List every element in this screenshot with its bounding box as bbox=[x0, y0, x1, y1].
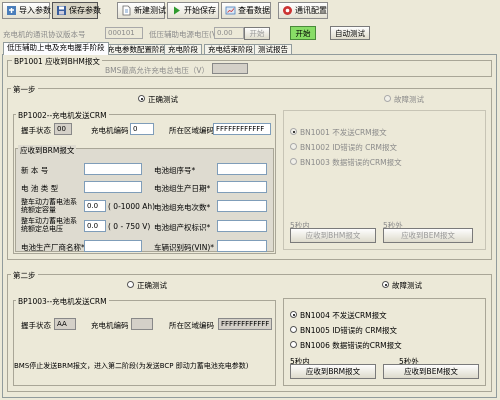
step1-correct-radio[interactable] bbox=[138, 95, 145, 102]
save-params-button[interactable]: 保存参数 bbox=[52, 2, 101, 19]
import-icon bbox=[7, 6, 16, 15]
step2-fault-opt3-radio[interactable] bbox=[290, 341, 297, 348]
step1-fault-opt3-radio[interactable] bbox=[290, 158, 297, 165]
step2-fault-opt1-label: BN1004 不发送CRM报文 bbox=[300, 311, 387, 320]
ownership-label: 电池组产权标识* bbox=[154, 223, 211, 232]
step2-handshake-label: 握手状态 bbox=[21, 321, 51, 330]
version-label: 新 本 号 bbox=[21, 166, 49, 175]
comm-config-label: 通讯配置 bbox=[295, 6, 327, 15]
manufacturer-label: 电池生产厂商名称* bbox=[21, 243, 85, 252]
aux-voltage-label: 低压辅助电源电压(V) bbox=[149, 30, 220, 39]
view-data-button[interactable]: 查看数据 bbox=[221, 2, 271, 19]
save-params-label: 保存参数 bbox=[69, 6, 101, 15]
step2-fault-opt3-label: BN1006 数据错误的CRM报文 bbox=[300, 341, 402, 350]
vin-label: 车辆识别码(VIN)* bbox=[154, 243, 215, 252]
step2-after-button[interactable]: 应收到BEM报文 bbox=[383, 364, 479, 379]
step2-correct-radio[interactable] bbox=[127, 281, 134, 288]
rated-capacity-field[interactable]: 0.0 bbox=[84, 200, 106, 212]
step2-fault-opt1-radio[interactable] bbox=[290, 311, 297, 318]
handshake-status-field[interactable]: 00 bbox=[54, 123, 72, 135]
charger-code-field[interactable]: 0 bbox=[130, 123, 154, 135]
step1-fault-radio[interactable] bbox=[384, 95, 391, 102]
new-test-button[interactable]: 新建测试 bbox=[117, 2, 166, 19]
step1-fault-opt1-radio[interactable] bbox=[290, 128, 297, 135]
config-icon bbox=[283, 6, 292, 15]
manufacturer-field[interactable] bbox=[84, 240, 142, 252]
auto-test-button[interactable]: 自动测试 bbox=[330, 26, 370, 40]
brm-title: 应收到BRM报文 bbox=[18, 145, 77, 156]
step1-fault-label: 故障测试 bbox=[394, 95, 424, 104]
play-icon bbox=[174, 6, 180, 15]
rated-voltage-label: 整车动力蓄电池系统额定总电压 bbox=[21, 217, 77, 233]
step1-fault-opt3-label: BN1003 数据错误的CRM报文 bbox=[300, 158, 402, 167]
version-field[interactable] bbox=[84, 163, 142, 175]
view-data-icon bbox=[225, 6, 236, 15]
battery-prod-date-field[interactable] bbox=[217, 181, 267, 193]
step2-fault-radio[interactable] bbox=[382, 281, 389, 288]
start-save-button[interactable]: 开始保存 bbox=[167, 2, 219, 19]
rated-voltage-field[interactable]: 0.0 bbox=[84, 220, 106, 232]
cycle-count-field[interactable] bbox=[217, 200, 267, 212]
protocol-version-field[interactable]: 000101 bbox=[105, 27, 143, 39]
step2-region-code-label: 所在区域编码 bbox=[169, 321, 214, 330]
disabled-start-button[interactable]: 开始 bbox=[244, 27, 270, 40]
comm-config-button[interactable]: 通讯配置 bbox=[278, 2, 328, 19]
ownership-field[interactable] bbox=[217, 220, 267, 232]
step2-charger-code-field[interactable] bbox=[131, 318, 153, 330]
bp1001-title: BP1001 应收到BHM报文 bbox=[12, 56, 102, 67]
handshake-status-label: 握手状态 bbox=[21, 126, 51, 135]
step1-correct-label: 正确测试 bbox=[148, 95, 178, 104]
protocol-version-label: 充电机的通讯协议版本号 bbox=[3, 30, 86, 39]
new-file-icon bbox=[122, 5, 131, 16]
rated-capacity-unit: ( 0-1000 Ah) bbox=[108, 202, 156, 211]
step2-fault-label: 故障测试 bbox=[392, 281, 422, 290]
step1-title: 第一步 bbox=[11, 84, 38, 95]
tab-handshake[interactable]: 低压辅助上电及充电握手阶段 bbox=[3, 42, 109, 55]
import-params-button[interactable]: 导入参数 bbox=[2, 2, 51, 19]
battery-type-field[interactable] bbox=[84, 181, 142, 193]
step1-fault-opt2-radio[interactable] bbox=[290, 143, 297, 150]
rated-capacity-label: 整车动力蓄电池系统额定容量 bbox=[21, 198, 77, 214]
step2-region-code-field[interactable]: FFFFFFFFFFFF bbox=[218, 318, 272, 330]
bp1002-title: BP1002--充电机发送CRM bbox=[16, 110, 109, 121]
cycle-count-label: 电池组充电次数* bbox=[154, 203, 211, 212]
step2-charger-code-label: 充电机编码 bbox=[91, 321, 129, 330]
start-save-label: 开始保存 bbox=[184, 6, 216, 15]
import-params-label: 导入参数 bbox=[19, 6, 51, 15]
region-code-field[interactable]: FFFFFFFFFFFF bbox=[213, 123, 271, 135]
step1-fault-opt1-label: BN1001 不发送CRM报文 bbox=[300, 128, 387, 137]
save-icon bbox=[57, 6, 66, 15]
charger-code-label: 充电机编码 bbox=[91, 126, 129, 135]
bp1003-group bbox=[13, 300, 276, 386]
step1-after-button[interactable]: 应收到BEM报文 bbox=[383, 228, 473, 243]
bp1003-title: BP1003--充电机发送CRM bbox=[16, 296, 109, 307]
bms-max-voltage-label: BMS最高允许充电总电压（V） bbox=[105, 66, 210, 75]
step2-title: 第二步 bbox=[11, 270, 38, 281]
step1-within-button[interactable]: 应收到BHM报文 bbox=[290, 228, 376, 243]
step2-fault-opt2-radio[interactable] bbox=[290, 326, 297, 333]
battery-group-no-field[interactable] bbox=[217, 163, 267, 175]
step2-note: BMS停止发送BRM报文，进入第二阶段(为发送BCP 即动力蓄电池充电参数) bbox=[14, 362, 249, 370]
step1-fault-opt2-label: BN1002 ID错误的 CRM报文 bbox=[300, 143, 398, 152]
battery-type-label: 电 池 类 型 bbox=[21, 184, 59, 193]
step2-handshake-field[interactable]: AA bbox=[54, 318, 76, 330]
view-data-label: 查看数据 bbox=[238, 6, 270, 15]
aux-voltage-field[interactable]: 0.00 bbox=[214, 27, 244, 39]
start-button[interactable]: 开始 bbox=[290, 26, 316, 40]
step2-within-button[interactable]: 应收到BRM报文 bbox=[290, 364, 376, 379]
rated-voltage-unit: ( 0 - 750 V) bbox=[108, 222, 151, 231]
vin-field[interactable] bbox=[217, 240, 267, 252]
battery-prod-date-label: 电池组生产日期* bbox=[154, 184, 211, 193]
battery-group-no-label: 电池组序号* bbox=[154, 166, 196, 175]
new-test-label: 新建测试 bbox=[134, 6, 166, 15]
step2-fault-opt2-label: BN1005 ID错误的 CRM报文 bbox=[300, 326, 398, 335]
step2-correct-label: 正确测试 bbox=[137, 281, 167, 290]
region-code-label: 所在区域编码 bbox=[169, 126, 214, 135]
bms-max-voltage-field[interactable] bbox=[212, 63, 248, 74]
